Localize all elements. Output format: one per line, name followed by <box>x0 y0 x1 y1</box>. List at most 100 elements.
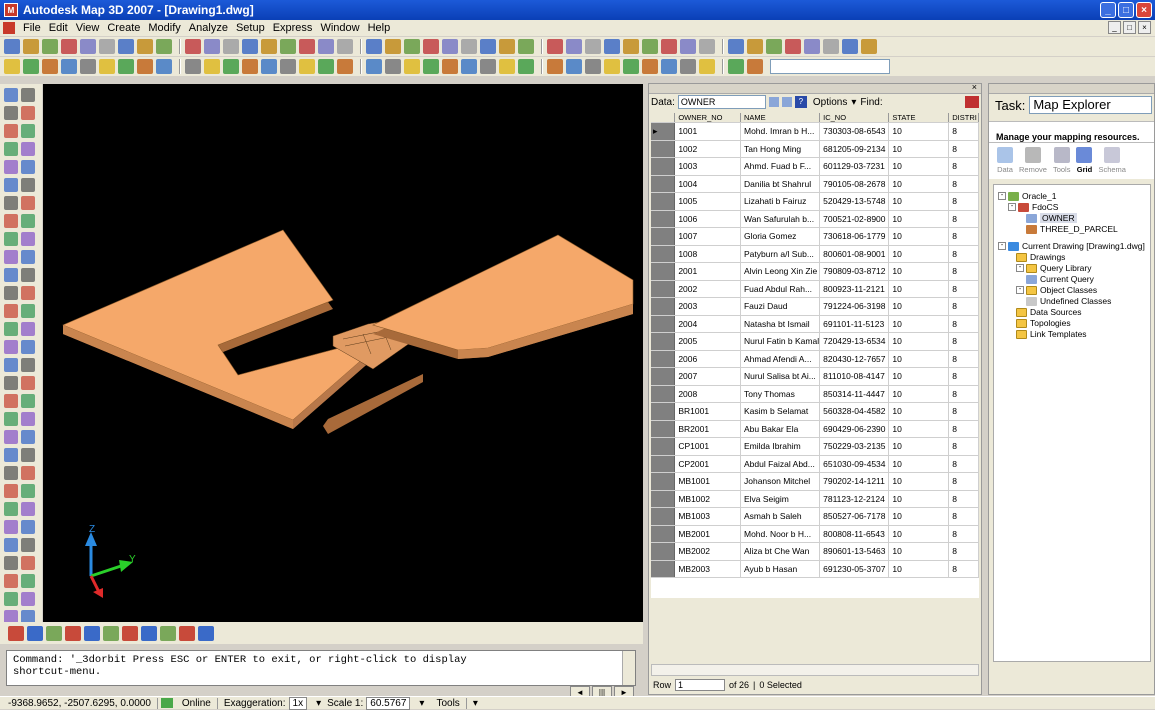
standard-tool-icon[interactable] <box>223 39 239 54</box>
table-cell[interactable]: Tan Hong Ming <box>740 140 821 158</box>
standard-tool-icon[interactable] <box>404 39 420 54</box>
draw-tool-icon[interactable] <box>4 106 18 120</box>
layer-tool-icon[interactable] <box>299 59 315 74</box>
standard-tool-icon[interactable] <box>337 39 353 54</box>
draw-tool-icon[interactable] <box>4 394 18 408</box>
standard-tool-icon[interactable] <box>747 39 763 54</box>
view-tool-icon[interactable] <box>84 625 100 641</box>
table-cell[interactable]: MB1002 <box>674 490 741 508</box>
table-cell[interactable]: Aliza bt Che Wan <box>740 542 821 561</box>
standard-tool-icon[interactable] <box>442 39 458 54</box>
layer-tool-icon[interactable] <box>137 59 153 74</box>
table-row[interactable]: 2003 Fauzi Daud 791224-06-3198 10 8 <box>651 297 979 316</box>
draw-tool-icon[interactable] <box>4 124 18 138</box>
column-header[interactable]: IC_NO <box>819 113 890 123</box>
table-cell[interactable]: Danilia bt Shahrul <box>740 175 821 193</box>
layer-tool-icon[interactable] <box>642 59 658 74</box>
draw-tool-icon[interactable] <box>4 520 18 534</box>
draw-tool-icon[interactable] <box>21 394 35 408</box>
standard-tool-icon[interactable] <box>585 39 601 54</box>
view-tool-icon[interactable] <box>103 625 119 641</box>
standard-tool-icon[interactable] <box>566 39 582 54</box>
table-cell[interactable]: 811010-08-4147 <box>819 367 890 386</box>
menu-create[interactable]: Create <box>103 22 144 34</box>
layer-tool-icon[interactable] <box>366 59 382 74</box>
tree-node[interactable]: - Object Classes <box>1016 285 1097 295</box>
table-cell[interactable]: Mohd. Noor b H... <box>740 525 821 543</box>
draw-tool-icon[interactable] <box>21 520 35 534</box>
table-cell[interactable]: 8 <box>948 542 979 561</box>
draw-tool-icon[interactable] <box>21 250 35 264</box>
draw-tool-icon[interactable] <box>4 358 18 372</box>
table-cell[interactable]: Fuad Abdul Rah... <box>740 280 821 298</box>
tree-node[interactable]: Topologies <box>1016 318 1071 328</box>
table-cell[interactable]: 10 <box>888 210 950 228</box>
table-cell[interactable]: Lizahati b Fairuz <box>740 192 821 211</box>
table-cell[interactable]: 10 <box>888 140 950 158</box>
grid-horizontal-scrollbar[interactable] <box>651 664 979 676</box>
layer-tool-icon[interactable] <box>318 59 334 74</box>
layer-tool-icon[interactable] <box>118 59 134 74</box>
table-cell[interactable]: 10 <box>888 157 950 176</box>
table-cell[interactable]: Abu Bakar Ela <box>740 420 821 438</box>
table-row[interactable]: 1004 Danilia bt Shahrul 790105-08-2678 10 8 <box>651 175 979 193</box>
standard-tool-icon[interactable] <box>137 39 153 54</box>
table-cell[interactable]: 10 <box>888 175 950 193</box>
draw-tool-icon[interactable] <box>21 574 35 588</box>
draw-tool-icon[interactable] <box>4 484 18 498</box>
row-selector[interactable] <box>651 385 676 403</box>
table-cell[interactable]: Tony Thomas <box>740 385 821 403</box>
table-row[interactable]: ▸ 1001 Mohd. Imran b H... 730303-08-6543 10 8 <box>651 122 979 141</box>
draw-tool-icon[interactable] <box>4 232 18 246</box>
table-cell[interactable]: 1004 <box>674 175 741 193</box>
table-cell[interactable]: Nurul Fatin b Kamal <box>740 332 821 351</box>
table-row[interactable]: 1005 Lizahati b Fairuz 520429-13-5748 10 8 <box>651 192 979 211</box>
view-tool-icon[interactable] <box>122 625 138 641</box>
table-row[interactable]: 2004 Natasha bt Ismail 691101-11-5123 10 8 <box>651 315 979 333</box>
table-cell[interactable]: 10 <box>888 472 950 491</box>
table-cell[interactable]: Patyburn a/l Sub... <box>740 245 821 263</box>
draw-tool-icon[interactable] <box>21 466 35 480</box>
table-cell[interactable]: 890601-13-5463 <box>819 542 890 561</box>
table-cell[interactable]: CP2001 <box>674 455 741 473</box>
table-cell[interactable]: 10 <box>888 332 950 351</box>
menu-express[interactable]: Express <box>269 22 317 34</box>
standard-tool-icon[interactable] <box>499 39 515 54</box>
table-cell[interactable]: Fauzi Daud <box>740 297 821 316</box>
row-selector[interactable] <box>651 157 676 176</box>
table-cell[interactable]: MB1001 <box>674 472 741 491</box>
layer-tool-icon[interactable] <box>518 59 534 74</box>
layer-tool-icon[interactable] <box>23 59 39 74</box>
grid-tool-button[interactable]: Grid <box>1076 147 1093 179</box>
table-cell[interactable]: 8 <box>948 192 979 211</box>
table-cell[interactable]: Ayub b Hasan <box>740 560 821 578</box>
table-cell[interactable]: 10 <box>888 420 950 438</box>
draw-tool-icon[interactable] <box>4 448 18 462</box>
table-cell[interactable]: Ahmad Afendi A... <box>740 350 821 368</box>
table-cell[interactable]: 2005 <box>674 332 741 351</box>
table-cell[interactable]: 8 <box>948 437 979 456</box>
table-cell[interactable]: 8 <box>948 507 979 526</box>
table-row[interactable]: 2008 Tony Thomas 850314-11-4447 10 8 <box>651 385 979 403</box>
table-cell[interactable]: Wan Safurulah b... <box>740 210 821 228</box>
schema-tool-button[interactable]: Schema <box>1098 147 1126 179</box>
table-cell[interactable]: 2007 <box>674 367 741 386</box>
table-cell[interactable]: 2001 <box>674 262 741 281</box>
table-cell[interactable]: 700521-02-8900 <box>819 210 890 228</box>
drawing-viewport[interactable]: Z Y <box>43 84 643 622</box>
draw-tool-icon[interactable] <box>21 358 35 372</box>
standard-tool-icon[interactable] <box>185 39 201 54</box>
draw-tool-icon[interactable] <box>21 232 35 246</box>
tree-node[interactable]: - Oracle_1 <box>998 191 1057 201</box>
tree-expander-icon[interactable]: - <box>1016 264 1024 272</box>
standard-tool-icon[interactable] <box>99 39 115 54</box>
row-selector[interactable] <box>651 490 676 508</box>
layer-tool-icon[interactable] <box>728 59 744 74</box>
tree-expander-icon[interactable]: - <box>1016 286 1024 294</box>
standard-tool-icon[interactable] <box>156 39 172 54</box>
tree-node[interactable]: OWNER <box>1026 213 1077 223</box>
grid-icon[interactable] <box>781 97 792 107</box>
table-cell[interactable]: 8 <box>948 420 979 438</box>
table-cell[interactable]: 10 <box>888 560 950 578</box>
layer-tool-icon[interactable] <box>699 59 715 74</box>
